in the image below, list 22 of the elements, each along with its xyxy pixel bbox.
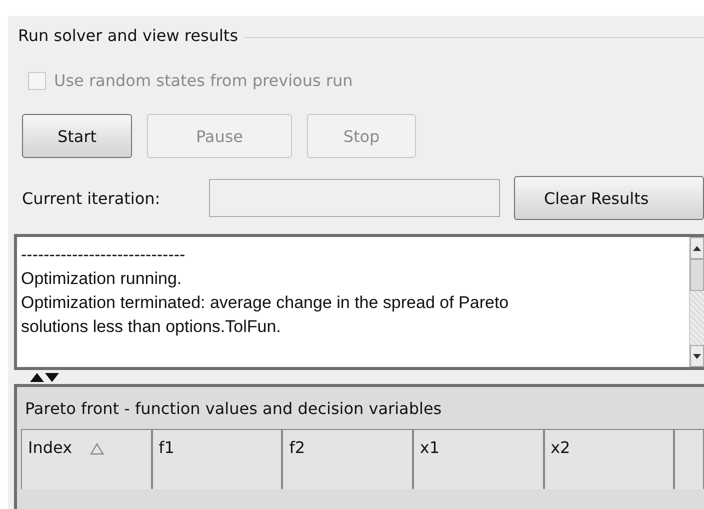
column-header[interactable]: f2 [282,429,413,489]
scrollbar[interactable] [689,237,704,367]
iteration-field[interactable] [208,179,500,217]
column-header[interactable]: f1 [152,429,282,489]
column-header[interactable]: x1 [412,429,544,489]
log-line: solutions less than options.TolFun. [21,316,282,338]
clear-results-button[interactable]: Clear Results [514,176,704,220]
scroll-thumb[interactable] [690,259,704,291]
log-line: ----------------------------- [21,244,186,266]
column-header[interactable] [674,429,704,489]
scroll-down-icon[interactable] [693,354,701,358]
column-header[interactable]: x2 [544,429,674,489]
iteration-label: Current iteration: [22,188,162,208]
start-button[interactable]: Start [22,114,132,158]
splitter-arrows-icon[interactable] [30,372,60,382]
group-title: Run solver and view results [18,26,238,45]
log-line: Optimization running. [21,268,183,290]
log-line: Optimization terminated: average change in the spread of Pareto [21,292,510,314]
checkbox-label: Use random states from previous run [54,71,353,90]
column-header[interactable]: Index [21,429,152,489]
table-title: Pareto front - function values and decision variables [24,398,443,420]
scroll-up-icon[interactable] [693,246,701,250]
